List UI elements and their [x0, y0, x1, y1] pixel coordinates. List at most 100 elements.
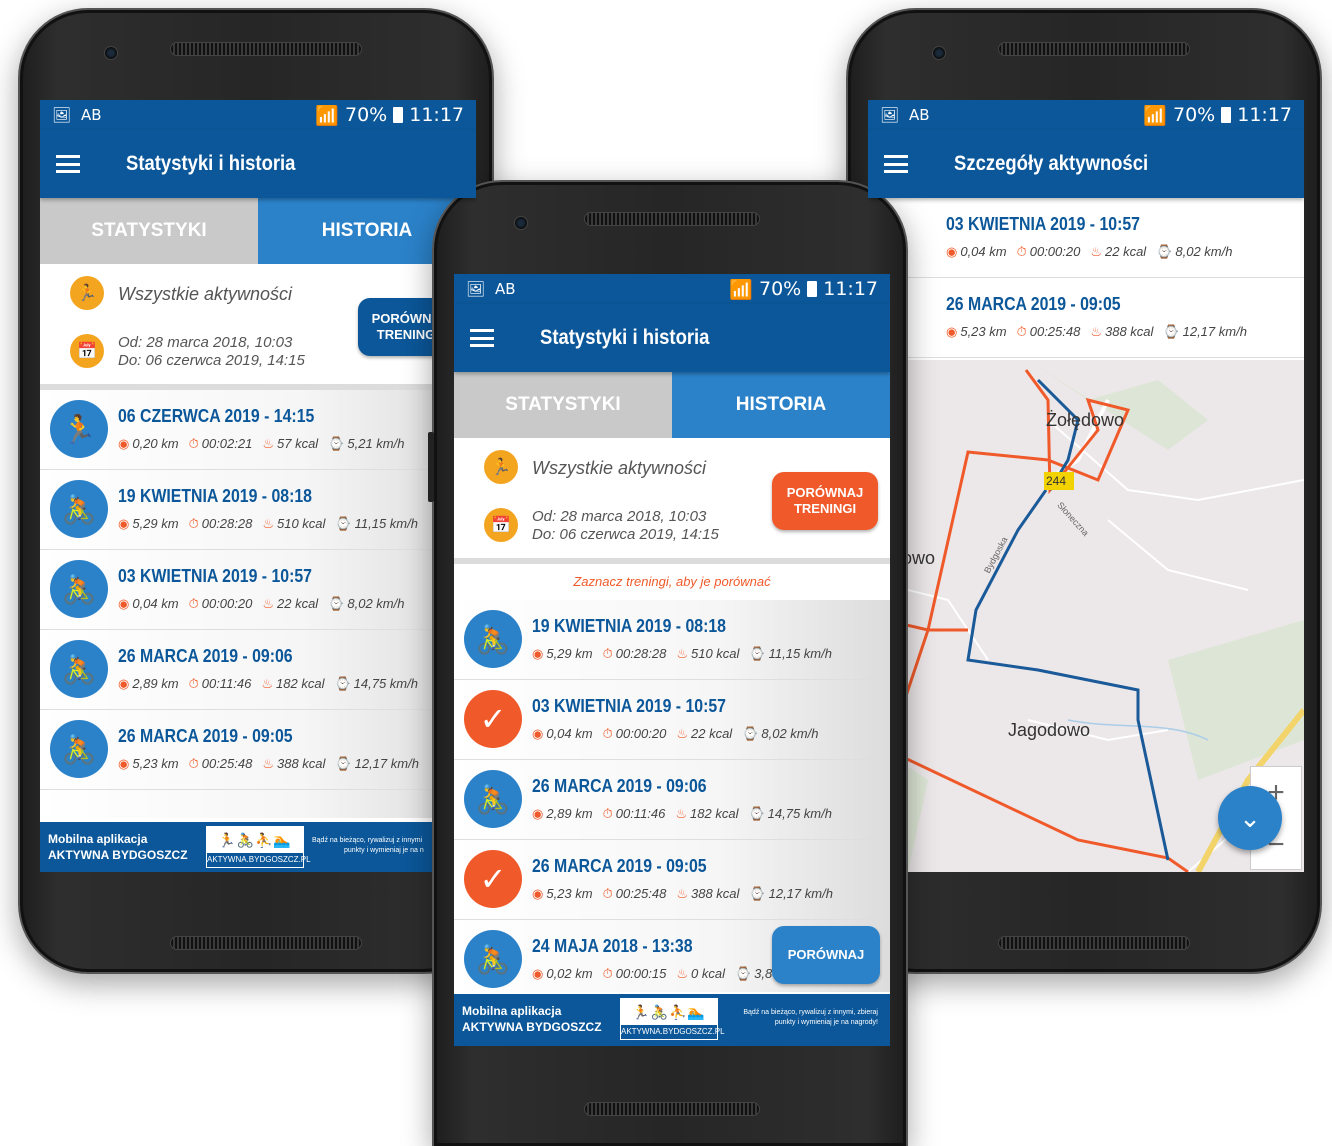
- list-item[interactable]: 🏃 06 CZERWCA 2019 - 14:15 ◉ 0,20 km ⏱ 00:02:2…: [40, 390, 476, 470]
- duration-stat: ⏱ 00:02:21: [188, 436, 253, 451]
- banner-line1: Mobilna aplikacja: [462, 1004, 562, 1018]
- list-item[interactable]: ✓ 03 KWIETNIA 2019 - 10:57 ◉ 0,04 km ⏱ 00:00:…: [454, 680, 890, 760]
- location-pin-icon: ◉: [118, 516, 130, 531]
- list-item[interactable]: 🚴 19 KWIETNIA 2019 - 08:18 ◉ 5,29 km ⏱ 00:28:…: [454, 600, 890, 680]
- menu-icon[interactable]: [884, 155, 908, 173]
- menu-icon[interactable]: [470, 329, 494, 347]
- speedometer-icon: ⌚: [742, 726, 759, 741]
- list-item[interactable]: ✓ 26 MARCA 2019 - 09:05 ◉ 5,23 km ⏱ 00:25:48 ♨…: [454, 840, 890, 920]
- route-map[interactable]: Żołędowo 244 Bydgoska Słoneczna ilianowo…: [868, 360, 1304, 872]
- location-pin-icon: ◉: [532, 966, 544, 981]
- compare-training-button[interactable]: PORÓWNAJ TRENINGI: [772, 472, 878, 530]
- front-camera: [932, 46, 946, 60]
- activity-title: 26 MARCA 2019 - 09:05: [118, 726, 293, 746]
- map-label-zoledowo: Żołędowo: [1046, 410, 1125, 430]
- list-item[interactable]: 🚴 26 MARCA 2019 - 09:06 ◉ 2,89 km ⏱ 00:11:46 ♨…: [40, 630, 476, 710]
- bottom-speaker: [584, 1102, 760, 1116]
- distance-stat: ◉ 5,29 km: [118, 516, 179, 531]
- location-pin-icon: ◉: [118, 676, 130, 691]
- speedometer-icon: ⌚: [334, 676, 351, 691]
- calories-stat: ♨ 22 kcal: [262, 596, 319, 611]
- location-pin-icon: ◉: [532, 726, 544, 741]
- calories-stat: ♨ 510 kcal: [676, 646, 740, 661]
- bottom-speaker: [998, 936, 1190, 950]
- banner-line1: Mobilna aplikacja: [48, 832, 148, 846]
- activity-title: 26 MARCA 2019 - 09:06: [118, 646, 293, 666]
- calories-stat: ♨ 57 kcal: [262, 436, 319, 451]
- chevron-down-icon[interactable]: ⌄: [1218, 786, 1282, 850]
- clock: 11:17: [1237, 104, 1292, 126]
- app-banner: Mobilna aplikacja AKTYWNA BYDGOSZCZ 🏃🚴⛹🏊 A…: [454, 994, 890, 1046]
- calories-icon: ♨: [262, 436, 274, 451]
- list-item[interactable]: 🚴 19 KWIETNIA 2019 - 08:18 ◉ 5,29 km ⏱ 00:28:…: [40, 470, 476, 550]
- battery-level: 70%: [345, 104, 388, 126]
- tab-statystyki[interactable]: STATYSTYKI: [40, 198, 258, 264]
- wifi-icon: 📶: [1143, 104, 1167, 127]
- details-screen: 🖼AB 📶70%11:17 Szczegóły aktywności 🚴03 K…: [868, 100, 1304, 872]
- page-title: Szczegóły aktywności: [954, 152, 1149, 175]
- speed-stat: ⌚ 8,02 km/h: [1156, 244, 1233, 259]
- menu-icon[interactable]: [56, 155, 80, 173]
- speedometer-icon: ⌚: [328, 596, 345, 611]
- checkmark-icon[interactable]: ✓: [464, 690, 522, 748]
- page-title: Statystyki i historia: [540, 326, 710, 349]
- calories-icon: ♨: [676, 886, 688, 901]
- timer-icon: ⏱: [602, 806, 613, 821]
- activity-stats: ◉ 5,29 km ⏱ 00:28:28 ♨ 510 kcal ⌚ 11,15 km/h: [532, 646, 842, 662]
- timer-icon: ⏱: [188, 596, 199, 611]
- calories-stat: ♨ 182 kcal: [675, 806, 739, 821]
- date-to[interactable]: Do: 06 czerwca 2019, 14:15: [532, 526, 719, 543]
- stats-screen-left: 🖼 AB 📶 70% 11:17 Statystyki i historia STAT…: [40, 100, 476, 872]
- list-item[interactable]: 🚴 03 KWIETNIA 2019 - 10:57 ◉ 0,04 km ⏱ 00:00:…: [40, 550, 476, 630]
- date-from[interactable]: Od: 28 marca 2018, 10:03: [118, 334, 292, 351]
- list-item[interactable]: 🚴 26 MARCA 2019 - 09:06 ◉ 2,89 km ⏱ 00:11:46 ♨…: [454, 760, 890, 840]
- tab-historia[interactable]: HISTORIA: [672, 372, 890, 438]
- duration-stat: ⏱ 00:28:28: [602, 646, 667, 661]
- activity-title: 26 MARCA 2019 - 09:05: [946, 294, 1121, 314]
- date-to[interactable]: Do: 06 czerwca 2019, 14:15: [118, 352, 305, 369]
- calories-stat: ♨ 388 kcal: [1090, 324, 1154, 339]
- bicycle-icon[interactable]: 🚴: [464, 610, 522, 668]
- speedometer-icon: ⌚: [734, 966, 752, 981]
- compare-button[interactable]: PORÓWNAJ: [772, 926, 880, 984]
- checkmark-icon[interactable]: ✓: [464, 850, 522, 908]
- tab-statystyki[interactable]: STATYSTYKI: [454, 372, 672, 438]
- activity-title: 03 KWIETNIA 2019 - 10:57: [532, 696, 726, 716]
- selected-activity-item[interactable]: 🚴26 MARCA 2019 - 09:05◉5,23 km⏱00:25:48♨…: [868, 278, 1304, 358]
- activity-title: 19 KWIETNIA 2019 - 08:18: [532, 616, 726, 636]
- calories-stat: ♨ 22 kcal: [1090, 244, 1147, 259]
- distance-stat: ◉ 5,23 km: [118, 756, 179, 771]
- bicycle-icon[interactable]: 🚴: [464, 770, 522, 828]
- road-number-244: 244: [1046, 474, 1067, 488]
- tab-bar: STATYSTYKI HISTORIA: [40, 198, 476, 264]
- location-pin-icon: ◉: [118, 756, 130, 771]
- location-pin-icon: ◉: [946, 244, 958, 259]
- activity-stats: ◉ 2,89 km ⏱ 00:11:46 ♨ 182 kcal ⌚ 14,75 km/h: [532, 806, 842, 822]
- calories-icon: ♨: [262, 516, 274, 531]
- activity-stats: ◉ 5,23 km ⏱ 00:25:48 ♨ 388 kcal ⌚ 12,17 km/h: [532, 886, 843, 902]
- all-activities-icon: 🏃: [70, 276, 104, 310]
- front-camera: [104, 46, 118, 60]
- location-pin-icon: ◉: [532, 646, 544, 661]
- list-item[interactable]: 🚴 26 MARCA 2019 - 09:05 ◉ 5,23 km ⏱ 00:25:48 ♨…: [40, 710, 476, 790]
- image-icon: 🖼: [880, 106, 900, 124]
- wifi-icon: 📶: [315, 104, 339, 127]
- activity-stats: ◉ 0,20 km ⏱ 00:02:21 ♨ 57 kcal ⌚ 5,21 km/h: [118, 436, 414, 452]
- speed-stat: ⌚ 5,21 km/h: [328, 436, 405, 451]
- calories-icon: ♨: [676, 646, 688, 661]
- calories-stat: ♨ 182 kcal: [261, 676, 325, 691]
- activity-title: 24 MAJA 2018 - 13:38: [532, 936, 693, 956]
- selected-activity-item[interactable]: 🚴03 KWIETNIA 2019 - 10:57◉0,04 km⏱00:00:…: [868, 198, 1304, 278]
- bottom-speaker: [170, 936, 362, 950]
- activity-title: 03 KWIETNIA 2019 - 10:57: [118, 566, 312, 586]
- activity-list: 🏃 06 CZERWCA 2019 - 14:15 ◉ 0,20 km ⏱ 00:02:2…: [40, 390, 476, 818]
- filter-label[interactable]: Wszystkie aktywności: [118, 284, 292, 305]
- bicycle-icon[interactable]: 🚴: [464, 930, 522, 988]
- distance-stat: ◉ 0,02 km: [532, 966, 593, 981]
- date-from[interactable]: Od: 28 marca 2018, 10:03: [532, 508, 706, 525]
- duration-stat: ⏱ 00:25:48: [188, 756, 253, 771]
- map-label-jagodowo: Jagodowo: [1008, 720, 1091, 740]
- timer-icon: ⏱: [602, 966, 613, 981]
- filter-label[interactable]: Wszystkie aktywności: [532, 458, 706, 479]
- calories-icon: ♨: [1090, 324, 1102, 339]
